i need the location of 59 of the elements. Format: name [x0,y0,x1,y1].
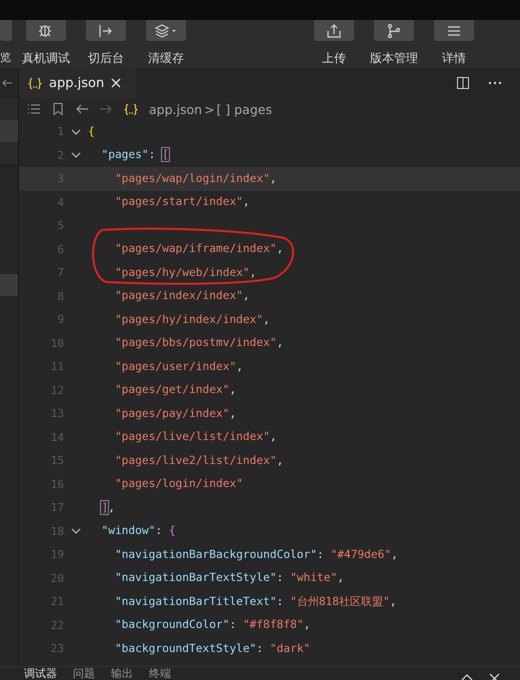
panel-tab[interactable]: 调试器 [24,668,57,680]
code-line: "navigationBarTextStyle": "white", [114,571,344,586]
curly-braces-icon [27,76,43,90]
layers-icon [154,22,178,40]
chevron-down-icon[interactable] [71,150,81,160]
back-arrow-icon[interactable] [2,79,12,87]
toolbar-button[interactable] [434,20,474,41]
toolbar-button[interactable] [26,20,66,41]
chevron-down-icon[interactable] [71,126,81,137]
code-line: { [88,124,95,139]
code-line: "backgroundTextStyle": "dark" [114,642,310,656]
toolbar-label: 版本管理 [370,50,418,67]
toolbar-label: 真机调试 [22,50,70,67]
upload-icon [325,22,343,40]
code-line: "pages/get/index", [114,383,236,398]
code-line: "pages/hy/web/index", [114,266,256,280]
toolbar-label: 清缓存 [148,50,184,67]
code-line: "pages/wap/iframe/index", [114,242,284,256]
list-icon[interactable] [27,102,41,116]
close-icon[interactable] [110,77,122,89]
branch-icon [385,22,403,40]
code-line: "pages/start/index", [114,195,250,210]
toolbar-button[interactable] [374,20,414,41]
panel-tab[interactable]: 终端 [149,668,171,680]
code-line: "backgroundColor": "#f8f8f8", [114,618,310,632]
breadcrumb-separator: > [204,102,215,116]
code-line: "navigationBarBackgroundColor": "#479de6", [114,548,398,562]
toolbar-button[interactable] [314,20,354,41]
chevron-down-icon[interactable] [71,526,81,536]
toolbar-label: 上传 [322,50,346,67]
curly-braces-icon [123,102,139,116]
panel-tab[interactable]: 问题 [73,668,95,680]
split-editor-icon[interactable] [456,76,470,90]
code-line: ], [101,500,115,515]
code-line: "pages/user/index", [114,360,243,374]
code-line: "pages/bbs/postmv/index", [114,336,284,350]
toolbar-button[interactable] [86,20,126,41]
panel-tab[interactable]: 输出 [111,668,133,680]
toolbar-button[interactable] [146,20,186,41]
breadcrumb-item[interactable]: [ ] pages [216,102,272,116]
editor-tab[interactable]: app.json [19,68,136,98]
toolbar-label: 详情 [442,50,466,67]
code-line: "pages/live/list/index", [114,430,277,444]
code-line: "pages/index/index", [114,289,250,304]
code-line: "pages": [ [101,148,169,162]
bookmark-icon[interactable] [51,102,65,116]
back-arrow-icon[interactable] [75,102,89,116]
code-line: "pages/login/index" [114,477,243,492]
code-line: "pages/hy/index/index", [114,312,270,327]
more-icon[interactable] [488,80,502,86]
code-line: "navigationBarTitleText": "台州818社区联盟", [114,594,397,609]
toolbar-label: 览 [0,50,11,65]
code-line: "pages/live2/list/index", [114,454,284,468]
breadcrumb-item[interactable]: app.json [149,102,202,116]
code-line: "pages/pay/index", [114,406,236,421]
code-line: "pages/wap/login/index", [114,172,277,186]
code-line: "window": { [101,524,176,538]
chevron-up-icon[interactable] [461,673,473,680]
toolbar-label: 切后台 [88,50,124,67]
